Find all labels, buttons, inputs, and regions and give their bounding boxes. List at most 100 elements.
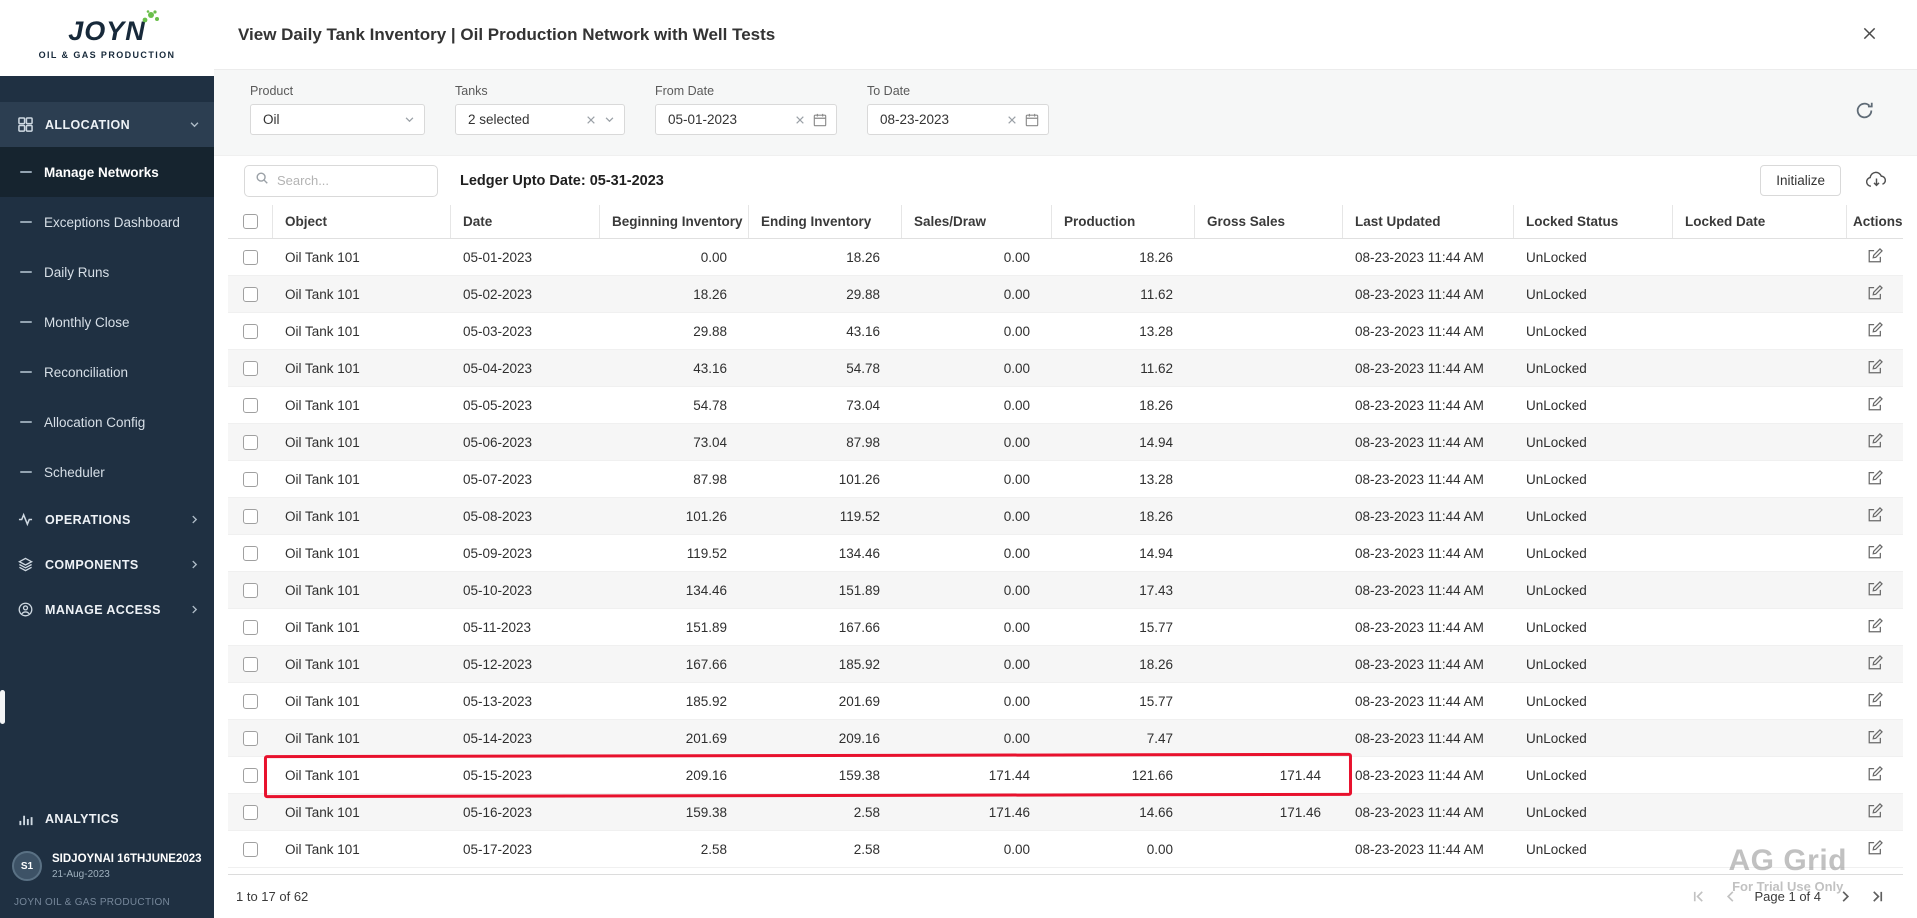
edit-row-button[interactable]	[1865, 838, 1885, 861]
close-button[interactable]	[1858, 22, 1881, 48]
sidebar-item-allocation-config[interactable]: Allocation Config	[0, 397, 214, 447]
edit-row-button[interactable]	[1865, 246, 1885, 269]
table-row[interactable]: Oil Tank 10105-11-2023151.89167.660.0015…	[228, 609, 1903, 646]
row-checkbox[interactable]	[243, 731, 258, 746]
sidebar-item-analytics[interactable]: ANALYTICS	[0, 795, 214, 843]
sidebar-item-exceptions-dashboard[interactable]: Exceptions Dashboard	[0, 197, 214, 247]
table-row[interactable]: Oil Tank 10105-10-2023134.46151.890.0017…	[228, 572, 1903, 609]
column-header-locked-date[interactable]: Locked Date	[1673, 205, 1847, 238]
cell-gross-sales: 171.44	[1195, 757, 1343, 793]
table-row[interactable]: Oil Tank 10105-12-2023167.66185.920.0018…	[228, 646, 1903, 683]
next-page-button[interactable]	[1836, 887, 1855, 906]
edit-row-button[interactable]	[1865, 727, 1885, 750]
cell-locked-status: UnLocked	[1514, 609, 1673, 645]
sidebar-item-daily-runs[interactable]: Daily Runs	[0, 247, 214, 297]
to-date-input[interactable]: 08-23-2023	[867, 104, 1049, 135]
column-header-production[interactable]: Production	[1052, 205, 1195, 238]
calendar-icon[interactable]	[1025, 113, 1039, 127]
edit-row-button[interactable]	[1865, 801, 1885, 824]
row-checkbox[interactable]	[243, 694, 258, 709]
sidebar: JOYN OIL & GAS PRODUCTION ALLOCATIONMana…	[0, 0, 214, 918]
column-header-ending-inventory[interactable]: Ending Inventory	[749, 205, 902, 238]
operations-icon	[18, 512, 33, 527]
row-checkbox[interactable]	[243, 842, 258, 857]
edit-row-button[interactable]	[1865, 468, 1885, 491]
sidebar-item-manage-networks[interactable]: Manage Networks	[0, 147, 214, 197]
row-checkbox[interactable]	[243, 509, 258, 524]
edit-row-button[interactable]	[1865, 579, 1885, 602]
edit-row-button[interactable]	[1865, 357, 1885, 380]
search-input[interactable]	[277, 173, 427, 188]
to-date-label: To Date	[867, 84, 1049, 98]
table-row[interactable]: Oil Tank 10105-07-202387.98101.260.0013.…	[228, 461, 1903, 498]
row-checkbox[interactable]	[243, 657, 258, 672]
column-header-locked-status[interactable]: Locked Status	[1514, 205, 1673, 238]
sidebar-section-allocation[interactable]: ALLOCATION	[0, 102, 214, 147]
edit-row-button[interactable]	[1865, 616, 1885, 639]
edit-row-button[interactable]	[1865, 542, 1885, 565]
initialize-button[interactable]: Initialize	[1760, 165, 1841, 196]
clear-icon[interactable]	[1007, 115, 1017, 125]
column-header-gross-sales[interactable]: Gross Sales	[1195, 205, 1343, 238]
row-checkbox[interactable]	[243, 620, 258, 635]
table-row[interactable]: Oil Tank 10105-03-202329.8843.160.0013.2…	[228, 313, 1903, 350]
select-all-checkbox[interactable]	[243, 214, 258, 229]
sidebar-section-operations[interactable]: OPERATIONS	[0, 497, 214, 542]
row-checkbox[interactable]	[243, 546, 258, 561]
row-checkbox[interactable]	[243, 435, 258, 450]
row-checkbox[interactable]	[243, 361, 258, 376]
sidebar-item-scheduler[interactable]: Scheduler	[0, 447, 214, 497]
column-header-sales-draw[interactable]: Sales/Draw	[902, 205, 1052, 238]
last-page-button[interactable]	[1868, 887, 1887, 906]
tanks-select[interactable]: 2 selected	[455, 104, 625, 135]
edit-row-button[interactable]	[1865, 283, 1885, 306]
column-header-beginning-inventory[interactable]: Beginning Inventory	[600, 205, 749, 238]
clear-icon[interactable]	[586, 115, 596, 125]
table-row[interactable]: Oil Tank 10105-06-202373.0487.980.0014.9…	[228, 424, 1903, 461]
sidebar-scrollbar[interactable]	[0, 690, 5, 724]
table-row[interactable]: Oil Tank 10105-09-2023119.52134.460.0014…	[228, 535, 1903, 572]
table-row[interactable]: Oil Tank 10105-13-2023185.92201.690.0015…	[228, 683, 1903, 720]
column-header-actions[interactable]: Actions	[1847, 205, 1903, 238]
sidebar-item-monthly-close[interactable]: Monthly Close	[0, 297, 214, 347]
refresh-button[interactable]	[1852, 98, 1877, 126]
table-row[interactable]: Oil Tank 10105-15-2023209.16159.38171.44…	[228, 757, 1903, 794]
sidebar-item-reconciliation[interactable]: Reconciliation	[0, 347, 214, 397]
from-date-input[interactable]: 05-01-2023	[655, 104, 837, 135]
row-checkbox[interactable]	[243, 324, 258, 339]
sidebar-section-manage-access[interactable]: MANAGE ACCESS	[0, 587, 214, 632]
table-row[interactable]: Oil Tank 10105-17-20232.582.580.000.0008…	[228, 831, 1903, 868]
edit-row-button[interactable]	[1865, 690, 1885, 713]
row-checkbox[interactable]	[243, 805, 258, 820]
previous-page-button[interactable]	[1721, 887, 1740, 906]
row-checkbox[interactable]	[243, 768, 258, 783]
edit-row-button[interactable]	[1865, 505, 1885, 528]
row-checkbox[interactable]	[243, 250, 258, 265]
user-profile[interactable]: S1 SIDJOYNAI 16THJUNE2023 21-Aug-2023	[0, 843, 214, 891]
table-row[interactable]: Oil Tank 10105-14-2023201.69209.160.007.…	[228, 720, 1903, 757]
calendar-icon[interactable]	[813, 113, 827, 127]
edit-row-button[interactable]	[1865, 431, 1885, 454]
cloud-download-button[interactable]	[1863, 168, 1890, 194]
edit-row-button[interactable]	[1865, 320, 1885, 343]
table-row[interactable]: Oil Tank 10105-01-20230.0018.260.0018.26…	[228, 239, 1903, 276]
table-row[interactable]: Oil Tank 10105-02-202318.2629.880.0011.6…	[228, 276, 1903, 313]
product-select[interactable]: Oil	[250, 104, 425, 135]
sidebar-section-components[interactable]: COMPONENTS	[0, 542, 214, 587]
row-checkbox[interactable]	[243, 583, 258, 598]
table-row[interactable]: Oil Tank 10105-05-202354.7873.040.0018.2…	[228, 387, 1903, 424]
row-checkbox[interactable]	[243, 287, 258, 302]
table-row[interactable]: Oil Tank 10105-08-2023101.26119.520.0018…	[228, 498, 1903, 535]
row-checkbox[interactable]	[243, 472, 258, 487]
column-header-object[interactable]: Object	[273, 205, 451, 238]
row-checkbox[interactable]	[243, 398, 258, 413]
edit-row-button[interactable]	[1865, 653, 1885, 676]
column-header-last-updated[interactable]: Last Updated	[1343, 205, 1514, 238]
clear-icon[interactable]	[795, 115, 805, 125]
table-row[interactable]: Oil Tank 10105-16-2023159.382.58171.4614…	[228, 794, 1903, 831]
edit-row-button[interactable]	[1865, 394, 1885, 417]
first-page-button[interactable]	[1689, 887, 1708, 906]
table-row[interactable]: Oil Tank 10105-04-202343.1654.780.0011.6…	[228, 350, 1903, 387]
column-header-date[interactable]: Date	[451, 205, 600, 238]
edit-row-button[interactable]	[1865, 764, 1885, 787]
